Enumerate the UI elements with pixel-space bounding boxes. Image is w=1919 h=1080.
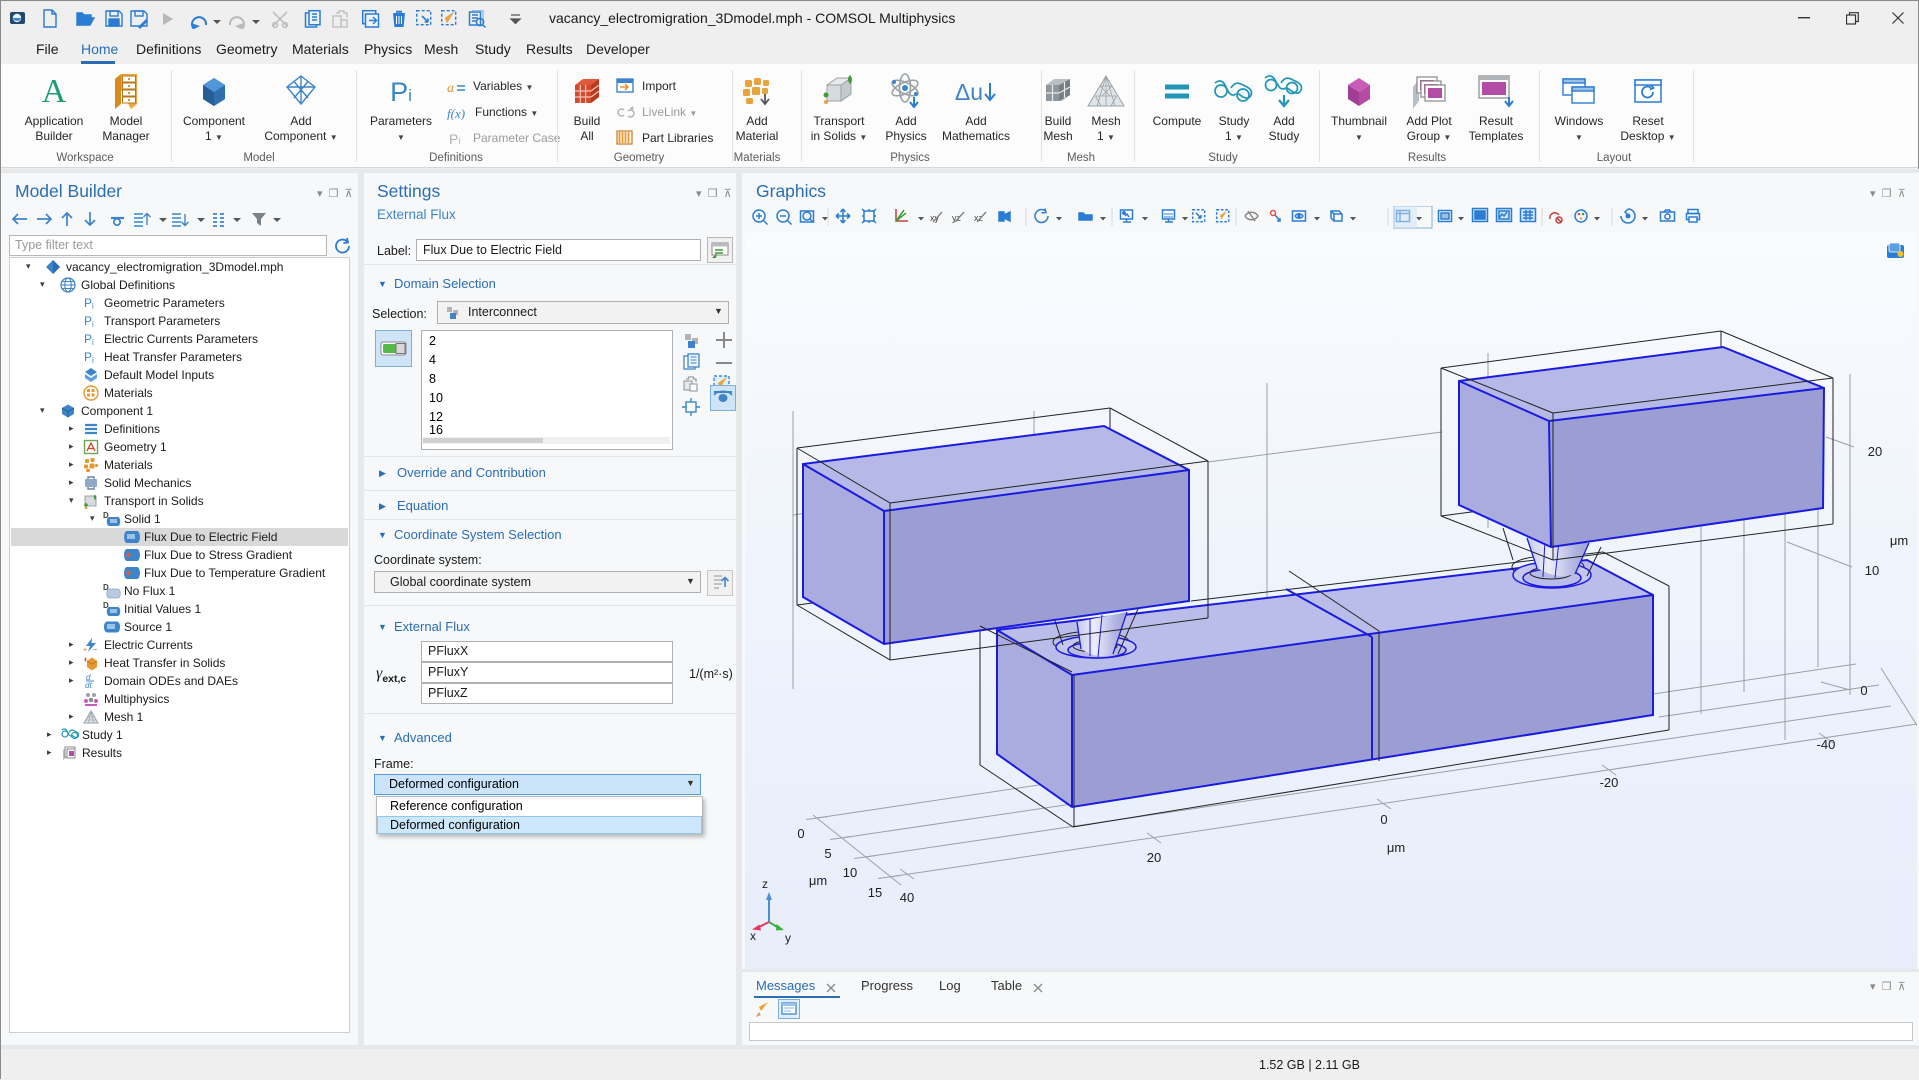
svg-text:i: i [92,338,94,347]
svg-text:a: a [447,81,454,94]
svg-text:μm: μm [809,873,827,888]
svg-text:20: 20 [1868,444,1882,459]
svg-text:y: y [785,931,791,945]
svg-text:z: z [762,877,768,891]
svg-text:5: 5 [824,846,831,861]
svg-text:dt: dt [85,681,92,689]
svg-text:xz: xz [974,213,984,223]
svg-text:P: P [84,350,92,364]
svg-text:40: 40 [900,890,914,905]
svg-text:μm: μm [1387,840,1405,855]
svg-text:-40: -40 [1817,737,1836,752]
svg-text:10: 10 [1865,563,1879,578]
svg-text:f(x): f(x) [447,106,465,120]
svg-text:−: − [93,647,97,653]
svg-text:yz: yz [952,213,962,223]
svg-text:P: P [84,314,92,328]
svg-text:0: 0 [797,826,804,841]
svg-text:P: P [84,332,92,346]
svg-text:xy: xy [930,213,940,223]
svg-text:μm: μm [1890,533,1908,548]
svg-text:Pi: Pi [449,132,460,146]
svg-text:15: 15 [868,885,882,900]
svg-text:P: P [84,296,92,310]
svg-text:x: x [750,929,756,943]
svg-text:i: i [92,320,94,329]
svg-text:0: 0 [1380,812,1387,827]
svg-text:-20: -20 [1600,775,1619,790]
svg-text:10: 10 [843,865,857,880]
svg-text:i: i [92,356,94,365]
svg-text:20: 20 [1147,850,1161,865]
svg-text:0: 0 [1860,683,1867,698]
svg-text:i: i [92,302,94,311]
svg-text:+: + [83,647,87,653]
